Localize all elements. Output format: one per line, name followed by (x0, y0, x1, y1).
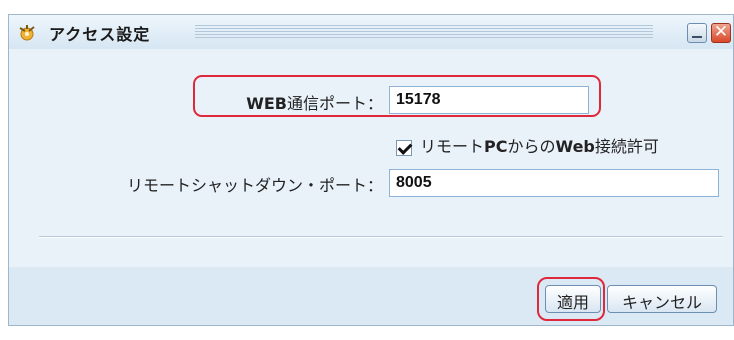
settings-panel: WEB通信ポート： リモートPCからのWeb接続許可 リモートシャットダウン・ポ… (9, 49, 733, 285)
apply-button[interactable]: 適用 (545, 285, 601, 313)
remote-web-checkbox-label: リモートPCからのWeb接続許可 (420, 137, 659, 156)
remote-web-checkbox[interactable] (396, 139, 412, 156)
web-port-label: WEB通信ポート： (246, 94, 383, 113)
window-title: アクセス設定 (49, 25, 151, 44)
web-port-input[interactable] (389, 86, 589, 114)
app-icon (19, 25, 35, 41)
close-button[interactable]: ✕ (711, 23, 731, 43)
separator (39, 236, 723, 238)
remote-web-checkbox-row[interactable]: リモートPCからのWeb接続許可 (396, 133, 659, 157)
access-settings-dialog: アクセス設定 ✕ WEB通信ポート： リモートPCからのWeb接続許可 リモート… (8, 14, 734, 326)
shutdown-port-input[interactable] (389, 169, 719, 197)
title-grip (195, 25, 653, 38)
minimize-button[interactable] (687, 23, 707, 43)
title-bar[interactable]: アクセス設定 ✕ (9, 15, 733, 50)
cancel-button[interactable]: キャンセル (607, 285, 717, 313)
shutdown-port-label: リモートシャットダウン・ポート： (126, 176, 383, 195)
